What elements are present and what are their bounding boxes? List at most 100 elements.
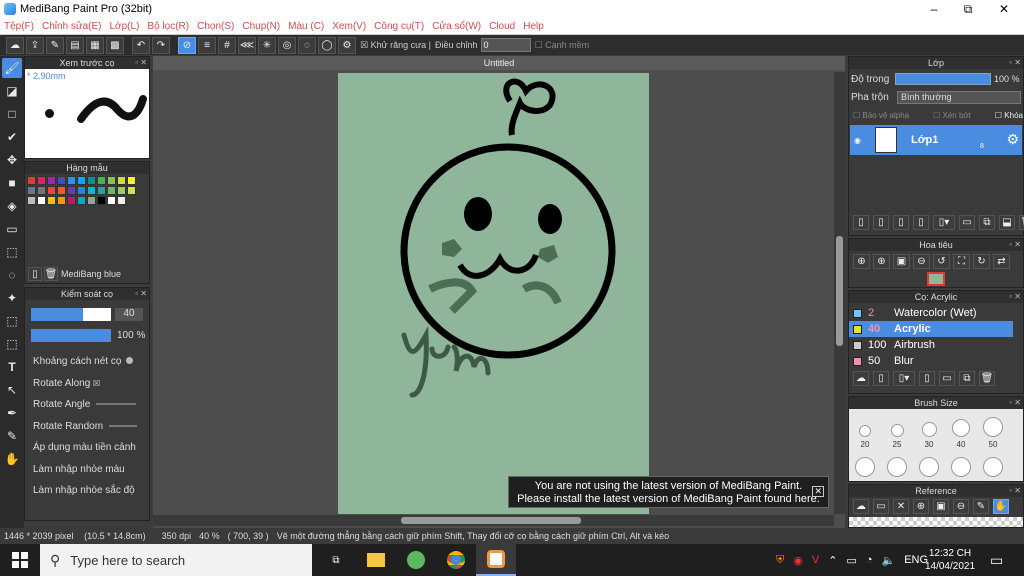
ref-close-icon[interactable]: ✕ [893, 499, 909, 514]
settings-gear-icon[interactable]: ⚙ [338, 36, 356, 54]
parallel-snap-icon[interactable]: ≡ [198, 36, 216, 54]
color-swatch[interactable] [87, 196, 96, 205]
cloud-brush-icon[interactable]: ☁ [853, 371, 869, 386]
color-swatch[interactable] [117, 176, 126, 185]
task-view-icon[interactable]: ⧉ [316, 544, 356, 576]
color-swatch[interactable] [47, 176, 56, 185]
notification-icon[interactable]: ▭ [990, 544, 1003, 576]
gradient-tool-icon[interactable]: ▭ [2, 219, 22, 239]
brush-size-option[interactable]: 25 [881, 409, 913, 449]
brush-size-option[interactable]: 40 [945, 409, 977, 449]
fill-rect-tool-icon[interactable]: ■ [2, 173, 22, 193]
protect-alpha-checkbox[interactable]: ☐ Bảo vệ alpha [853, 111, 909, 120]
brush-size-value[interactable]: 40 [115, 308, 143, 321]
delete-layer-icon[interactable]: 🗑 [1019, 215, 1024, 230]
option-blur-color[interactable]: Làm nhập nhòe màu [33, 459, 143, 481]
option-stroke-spacing[interactable]: Khoảng cách nét cọ [33, 351, 143, 373]
snap-off-icon[interactable]: ⊘ [178, 36, 196, 54]
layer-row[interactable]: ◉ Lớp1 8 ⚙ [850, 125, 1022, 155]
brush-folder-icon[interactable]: ▭ [939, 371, 955, 386]
windows-start-icon[interactable] [0, 544, 40, 576]
share-icon[interactable]: ⇪ [26, 36, 44, 54]
dot-tool-icon[interactable]: ✔ [2, 127, 22, 147]
hand-tool-icon[interactable]: ✋ [2, 449, 22, 469]
redo-icon[interactable]: ↷ [152, 36, 170, 54]
color-swatch[interactable] [97, 176, 106, 185]
color-swatch[interactable] [107, 176, 116, 185]
notice-close-icon[interactable]: ✕ [812, 486, 824, 497]
tray-volume-icon[interactable]: 🔈 [881, 554, 895, 567]
tray-wifi-icon[interactable]: ◔ [866, 554, 873, 566]
color-swatch[interactable] [67, 186, 76, 195]
radial-snap-icon[interactable]: ✳ [258, 36, 276, 54]
color-swatch[interactable] [107, 196, 116, 205]
clip-checkbox[interactable]: ☐ Xén bớt [933, 111, 971, 120]
color-swatch[interactable] [117, 186, 126, 195]
color-swatch[interactable] [77, 176, 86, 185]
tray-network-icon[interactable]: ▭ [846, 554, 856, 567]
curve-snap-icon[interactable]: ◌ [298, 36, 316, 54]
layer-opacity-slider[interactable] [895, 73, 991, 85]
option-apply-foreground[interactable]: Áp dụng màu tiền cảnh [33, 437, 143, 459]
layer-settings-gear-icon[interactable]: ⚙ [1006, 131, 1019, 148]
divide-tool-icon[interactable]: ✒ [2, 403, 22, 423]
brush-item[interactable]: 40 Acrylic [849, 321, 1013, 337]
grid-icon[interactable]: ▩ [106, 36, 124, 54]
brush-size-option[interactable]: 50 [977, 409, 1009, 449]
rotate-right-icon[interactable]: ↻ [973, 254, 990, 269]
option-blur-tone[interactable]: Làm nhập nhòe sắc độ [33, 480, 143, 502]
brush-size-option[interactable]: 100 [881, 449, 913, 489]
lasso-tool-icon[interactable]: ◌ [2, 265, 22, 285]
color-swatch[interactable] [127, 186, 136, 195]
color-swatch[interactable] [27, 186, 36, 195]
brush-size-option[interactable]: 150 [913, 449, 945, 489]
tray-app-icon[interactable]: ◉ [793, 554, 803, 567]
menu-select[interactable]: Chọn(S) [197, 21, 234, 32]
color-swatch[interactable] [67, 176, 76, 185]
antialias-checkbox[interactable]: ☒ Khử răng cưa | [360, 40, 431, 51]
fit-icon[interactable]: ▣ [893, 254, 910, 269]
add-brush-icon[interactable]: ▯ [873, 371, 889, 386]
ref-zoom-in-icon[interactable]: ⊕ [913, 499, 929, 514]
brush-size-option[interactable]: 70 [849, 449, 881, 489]
zoom-in-2-icon[interactable]: ⊕ [873, 254, 890, 269]
select-eraser-tool-icon[interactable]: ⬚ [2, 334, 22, 354]
visibility-eye-icon[interactable]: ◉ [854, 136, 861, 145]
brush-size-option[interactable]: 300 [977, 449, 1009, 489]
select-snap-icon[interactable]: ◯ [318, 36, 336, 54]
new-8bit-layer-icon[interactable]: ▯ [893, 215, 909, 230]
tray-v-icon[interactable]: V [812, 554, 819, 566]
color-swatch[interactable] [87, 176, 96, 185]
text-tool-icon[interactable]: T [2, 357, 22, 377]
color-swatch[interactable] [27, 196, 36, 205]
brush-size-option[interactable]: 20 [849, 409, 881, 449]
grid-snap-icon[interactable]: # [218, 36, 236, 54]
tray-clock[interactable]: 12:32 CH 14/04/2021 [920, 544, 980, 576]
taskbar-search[interactable]: ⚲ Type here to search [40, 544, 312, 576]
chrome-icon[interactable] [436, 544, 476, 576]
option-rotate-random[interactable]: Rotate Random [33, 416, 143, 438]
color-swatch[interactable] [117, 196, 126, 205]
duplicate-layer-icon[interactable]: ⧉ [979, 215, 995, 230]
zoom-out-icon[interactable]: ⊖ [913, 254, 930, 269]
brush-delete-icon[interactable]: 🗑 [979, 371, 995, 386]
color-swatch[interactable] [27, 176, 36, 185]
color-swatch[interactable] [47, 186, 56, 195]
merge-down-icon[interactable]: ⬓ [999, 215, 1015, 230]
brush-duplicate-icon[interactable]: ⧉ [959, 371, 975, 386]
option-rotate-angle[interactable]: Rotate Angle [33, 394, 143, 416]
ref-cloud-icon[interactable]: ☁ [853, 499, 869, 514]
save-icon[interactable]: ▤ [66, 36, 84, 54]
select-tool-icon[interactable]: ⬚ [2, 242, 22, 262]
maximize-button[interactable]: ⧉ [950, 0, 986, 18]
eraser-tool-icon[interactable]: ◪ [2, 81, 22, 101]
color-swatch[interactable] [77, 186, 86, 195]
operation-tool-icon[interactable]: ↖ [2, 380, 22, 400]
horizontal-scrollbar[interactable] [153, 515, 834, 526]
color-swatch[interactable] [57, 196, 66, 205]
add-palette-icon[interactable]: ▯ [28, 267, 42, 281]
page-icon[interactable]: ▦ [86, 36, 104, 54]
add-brush-dropdown-icon[interactable]: ▯▾ [893, 371, 915, 386]
zoom-in-icon[interactable]: ⊕ [853, 254, 870, 269]
new-layer-icon[interactable]: ▯ [853, 215, 869, 230]
